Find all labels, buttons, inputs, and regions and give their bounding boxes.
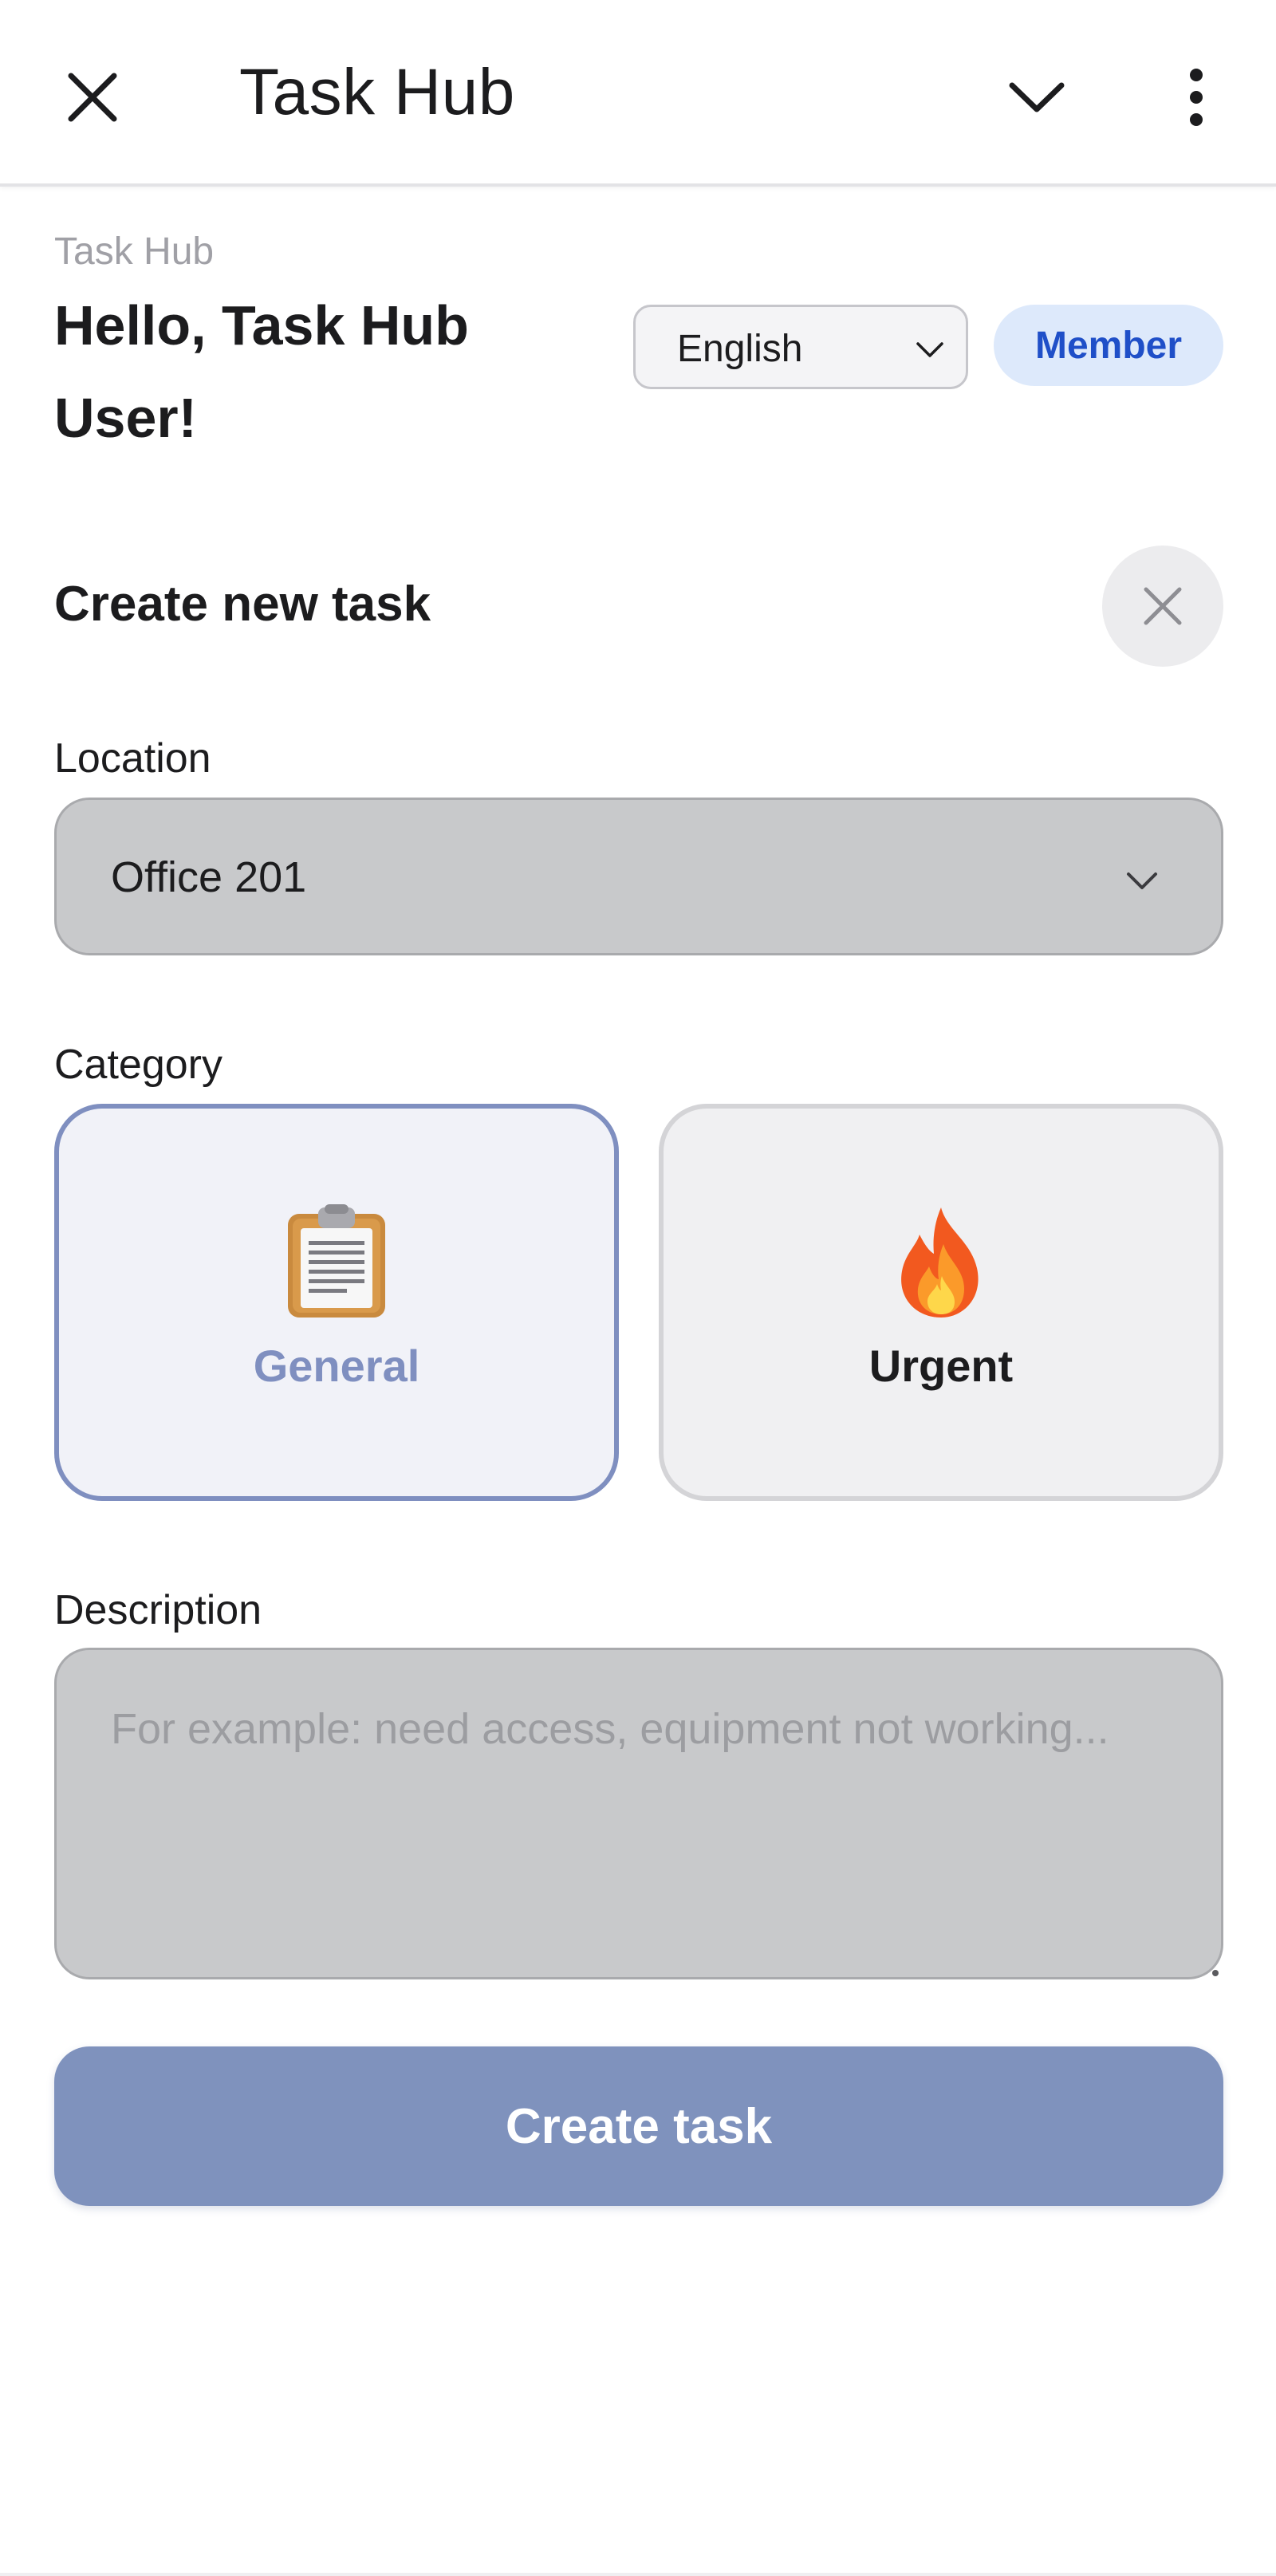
location-selected-value: Office 201 — [111, 853, 307, 901]
location-label: Location — [54, 735, 211, 782]
fire-icon — [901, 1207, 979, 1318]
chevron-down-icon — [1127, 872, 1157, 889]
language-selected-value: English — [677, 328, 803, 370]
category-option-label: Urgent — [868, 1341, 1014, 1391]
app-bar: Task Hub — [0, 0, 1276, 187]
category-option-urgent[interactable]: Urgent — [659, 1104, 1223, 1501]
language-select[interactable]: English — [633, 305, 968, 389]
category-option-label: General — [253, 1341, 420, 1391]
form-title: Create new task — [54, 577, 431, 632]
close-icon[interactable] — [54, 59, 131, 136]
clipboard-icon — [288, 1204, 385, 1318]
description-input[interactable] — [54, 1648, 1223, 1979]
category-option-general[interactable]: General — [54, 1104, 619, 1501]
bottom-divider — [0, 2573, 1276, 2576]
greeting-title: Hello, Task Hub User! — [54, 294, 469, 449]
category-label: Category — [54, 1042, 223, 1088]
role-badge: Member — [994, 305, 1223, 386]
chevron-down-icon[interactable] — [998, 59, 1075, 136]
resize-grip-icon[interactable] — [1212, 1970, 1219, 1976]
description-label: Description — [54, 1587, 262, 1633]
app-title: Task Hub — [239, 56, 515, 128]
breadcrumb: Task Hub — [54, 230, 215, 273]
create-task-button[interactable]: Create task — [54, 2046, 1223, 2206]
location-select[interactable]: Office 201 — [54, 798, 1223, 955]
more-vertical-icon[interactable] — [1158, 59, 1235, 136]
chevron-down-icon — [916, 342, 943, 357]
form-close-button[interactable] — [1102, 546, 1223, 667]
close-icon — [1144, 587, 1182, 625]
